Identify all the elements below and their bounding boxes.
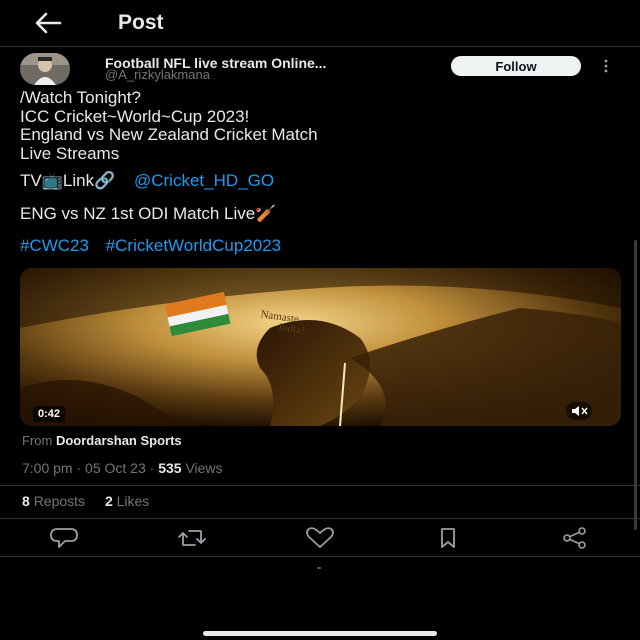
avatar[interactable] (20, 53, 70, 85)
hashtag-link[interactable]: #CWC23 (20, 236, 89, 255)
post-line: Live Streams (20, 143, 120, 163)
repost-icon (178, 530, 206, 546)
bookmark-icon (441, 528, 455, 548)
reposts-label: Reposts (33, 493, 86, 509)
more-options-icon[interactable] (600, 58, 612, 74)
stats-divider-top (0, 485, 640, 486)
video-duration-badge: 0:42 (33, 406, 66, 422)
home-indicator[interactable] (203, 631, 437, 636)
post-line: /Watch Tonight? (20, 88, 141, 107)
reposts-count: 8 (22, 493, 30, 509)
reply-icon (50, 528, 78, 548)
meta-separator: · (149, 460, 155, 476)
reposts-stat[interactable]: 8 Reposts (22, 493, 85, 509)
post-body: /Watch Tonight? ICC Cricket~World~Cup 20… (20, 88, 620, 163)
post-line: England vs New Zealand Cricket Match (20, 125, 318, 144)
repost-button[interactable] (176, 526, 208, 550)
follow-button[interactable]: Follow (451, 56, 581, 76)
match-line: ENG vs NZ 1st ODI Match Live🏏 (20, 204, 277, 223)
source-attribution: From Doordarshan Sports (22, 433, 182, 448)
volume-mute-icon[interactable] (566, 402, 592, 420)
like-button[interactable] (304, 526, 336, 550)
meta-separator: · (76, 460, 82, 476)
post-stats: 8 Reposts 2 Likes (22, 493, 165, 509)
stats-divider-bottom (0, 518, 640, 519)
scrollbar[interactable] (634, 240, 637, 530)
tv-link-row: TV📺Link🔗 @Cricket_HD_GO (20, 171, 274, 191)
author-handle[interactable]: @A_rizkylakmana (105, 67, 210, 82)
page-title: Post (118, 11, 164, 34)
back-arrow-icon[interactable] (32, 10, 62, 36)
source-name-link[interactable]: Doordarshan Sports (56, 433, 182, 448)
views-count: 535 (158, 460, 182, 476)
post-line: ICC Cricket~World~Cup 2023! (20, 106, 250, 126)
source-prefix: From (22, 433, 53, 448)
post-time: 7:00 pm (22, 460, 73, 476)
mention-link[interactable]: @Cricket_HD_GO (134, 171, 274, 190)
header-divider (0, 46, 640, 47)
reply-button[interactable] (48, 526, 80, 550)
hashtag-link[interactable]: #CricketWorldCup2023 (106, 236, 281, 255)
post-date: 05 Oct 23 (85, 460, 146, 476)
likes-count: 2 (104, 493, 113, 509)
actions-divider (0, 556, 640, 557)
bookmark-button[interactable] (432, 526, 464, 550)
share-button[interactable] (559, 526, 591, 550)
video-thumbnail: Namaste India! (20, 268, 621, 426)
likes-label: Likes (116, 493, 150, 509)
like-icon (306, 527, 334, 548)
share-icon (563, 527, 586, 549)
likes-stat[interactable]: 2 Likes (105, 493, 149, 509)
post-meta: 7:00 pm · 05 Oct 23 · 535 Views (22, 460, 223, 476)
tv-link-prefix: TV📺Link🔗 (20, 171, 116, 190)
video-player[interactable]: Namaste India! (20, 268, 621, 426)
hashtag-row: #CWC23 #CricketWorldCup2023 (20, 236, 281, 256)
top-bar: Post (0, 0, 640, 46)
loading-dot (317, 567, 321, 569)
views-label: Views (185, 460, 223, 476)
